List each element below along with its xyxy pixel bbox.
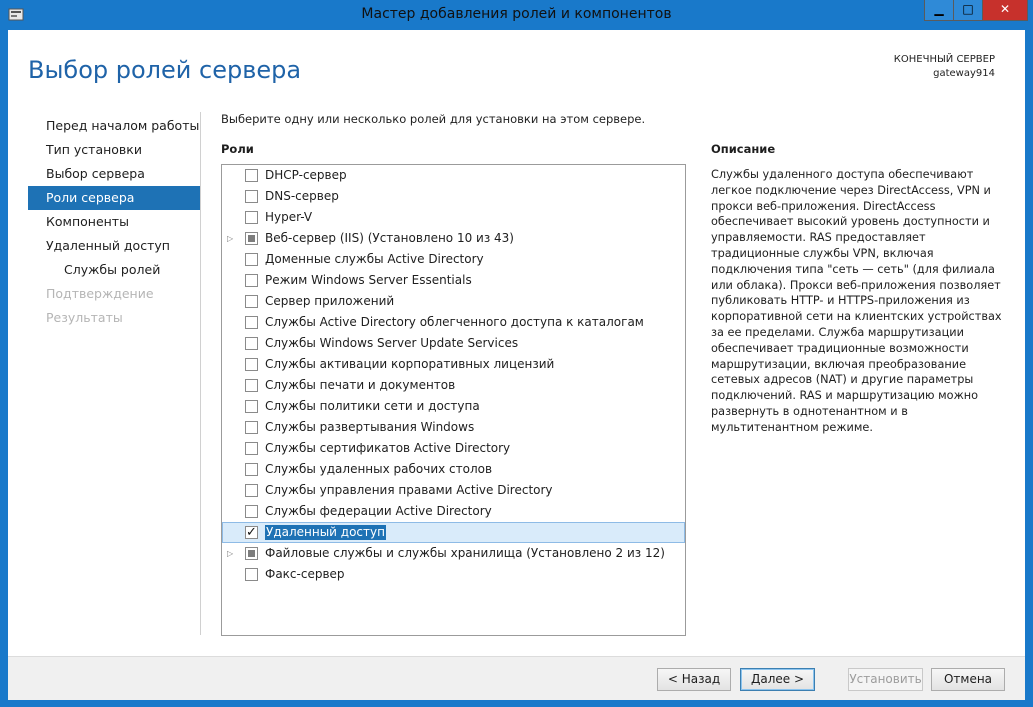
window-title: Мастер добавления ролей и компонентов — [361, 6, 672, 22]
nav-item-confirmation: Подтверждение — [46, 286, 154, 301]
role-label: Веб-сервер (IIS) (Установлено 10 из 43) — [265, 231, 514, 245]
role-row[interactable]: DHCP-сервер — [222, 165, 685, 186]
page-header: Выбор ролей сервера КОНЕЧНЫЙ СЕРВЕР gate… — [8, 30, 1025, 108]
role-row[interactable]: Службы управления правами Active Directo… — [222, 480, 685, 501]
role-checkbox[interactable] — [245, 442, 258, 455]
role-row[interactable]: ▷ Веб-сервер (IIS) (Установлено 10 из 43… — [222, 228, 685, 249]
close-button[interactable]: ✕ — [982, 0, 1028, 21]
role-checkbox[interactable] — [245, 421, 258, 434]
role-label: Службы удаленных рабочих столов — [265, 462, 493, 476]
nav-item-server-selection[interactable]: Выбор сервера — [28, 162, 200, 186]
nav-item-remote-access[interactable]: Удаленный доступ — [28, 234, 200, 258]
role-row[interactable]: Службы печати и документов — [222, 375, 685, 396]
role-row[interactable]: Факс-сервер — [222, 564, 685, 585]
role-row[interactable]: Режим Windows Server Essentials — [222, 270, 685, 291]
install-button: Установить — [848, 668, 923, 691]
role-label: DHCP-сервер — [265, 168, 347, 182]
role-label: Службы Active Directory облегченного дос… — [265, 315, 644, 329]
role-checkbox[interactable] — [245, 169, 258, 182]
role-label: Службы федерации Active Directory — [265, 504, 492, 518]
wizard-nav: Перед началом работы Тип установки Выбор… — [28, 114, 200, 330]
role-label: DNS-сервер — [265, 189, 339, 203]
wizard-window: Мастер добавления ролей и компонентов ▁ … — [0, 0, 1033, 707]
role-row[interactable]: Доменные службы Active Directory — [222, 249, 685, 270]
instruction-text: Выберите одну или несколько ролей для ус… — [221, 112, 646, 126]
nav-item-features[interactable]: Компоненты — [28, 210, 200, 234]
role-label: Службы Windows Server Update Services — [265, 336, 519, 350]
nav-item-installation-type[interactable]: Тип установки — [28, 138, 200, 162]
role-row[interactable]: DNS-сервер — [222, 186, 685, 207]
role-checkbox[interactable] — [245, 190, 258, 203]
role-checkbox[interactable] — [245, 463, 258, 476]
role-label: Службы активации корпоративных лицензий — [265, 357, 555, 371]
role-label: Hyper-V — [265, 210, 313, 224]
title-bar[interactable]: Мастер добавления ролей и компонентов ▁ … — [0, 0, 1033, 30]
role-checkbox[interactable] — [245, 484, 258, 497]
role-checkbox[interactable] — [245, 253, 258, 266]
role-checkbox[interactable] — [245, 295, 258, 308]
destination-server-label: КОНЕЧНЫЙ СЕРВЕР — [893, 54, 995, 65]
destination-server-name: gateway914 — [933, 68, 995, 79]
role-checkbox-checked[interactable] — [245, 523, 258, 542]
role-checkbox[interactable] — [245, 547, 258, 560]
roles-list[interactable]: DHCP-сервер DNS-сервер Hyper-V ▷ Веб-сер… — [221, 164, 686, 636]
wizard-footer: < Назад Далее > Установить Отмена — [8, 656, 1025, 700]
role-label: Удаленный доступ — [265, 525, 386, 540]
role-checkbox[interactable] — [245, 211, 258, 224]
role-row[interactable]: Службы активации корпоративных лицензий — [222, 354, 685, 375]
minimize-button[interactable]: ▁ — [924, 0, 953, 21]
role-checkbox[interactable] — [245, 400, 258, 413]
maximize-button[interactable]: □ — [953, 0, 982, 21]
role-row-selected[interactable]: Удаленный доступ — [222, 522, 685, 543]
description-heading: Описание — [711, 142, 776, 156]
role-label: Службы печати и документов — [265, 378, 456, 392]
role-row[interactable]: Hyper-V — [222, 207, 685, 228]
nav-item-role-services[interactable]: Службы ролей — [28, 258, 200, 282]
role-label: Службы управления правами Active Directo… — [265, 483, 553, 497]
next-button[interactable]: Далее > — [740, 668, 815, 691]
role-row[interactable]: Службы удаленных рабочих столов — [222, 459, 685, 480]
back-button[interactable]: < Назад — [657, 668, 731, 691]
role-row[interactable]: Службы федерации Active Directory — [222, 501, 685, 522]
role-label: Службы сертификатов Active Directory — [265, 441, 511, 455]
close-icon: ✕ — [999, 2, 1011, 16]
page-title: Выбор ролей сервера — [28, 56, 302, 84]
wizard-body: Выбор ролей сервера КОНЕЧНЫЙ СЕРВЕР gate… — [8, 30, 1025, 700]
nav-item-results: Результаты — [46, 310, 123, 325]
expand-chevron-icon[interactable]: ▷ — [227, 228, 235, 249]
nav-item-before-you-begin[interactable]: Перед началом работы — [28, 114, 200, 138]
nav-item-server-roles[interactable]: Роли сервера — [28, 186, 200, 210]
role-row[interactable]: Службы развертывания Windows — [222, 417, 685, 438]
maximize-icon: □ — [962, 2, 974, 16]
role-checkbox[interactable] — [245, 568, 258, 581]
role-label: Факс-сервер — [265, 567, 345, 581]
role-row[interactable]: ▷ Файловые службы и службы хранилища (Ус… — [222, 543, 685, 564]
role-label: Сервер приложений — [265, 294, 395, 308]
role-label: Режим Windows Server Essentials — [265, 273, 472, 287]
description-text: Службы удаленного доступа обеспечивают л… — [711, 168, 1002, 434]
role-row[interactable]: Службы Active Directory облегченного дос… — [222, 312, 685, 333]
role-checkbox[interactable] — [245, 379, 258, 392]
role-checkbox[interactable] — [245, 232, 258, 245]
role-checkbox[interactable] — [245, 505, 258, 518]
role-row[interactable]: Службы сертификатов Active Directory — [222, 438, 685, 459]
role-label: Службы политики сети и доступа — [265, 399, 480, 413]
expand-chevron-icon[interactable]: ▷ — [227, 543, 235, 564]
nav-divider — [200, 112, 201, 635]
roles-heading: Роли — [221, 142, 254, 156]
minimize-icon: ▁ — [934, 2, 944, 16]
role-row[interactable]: Службы политики сети и доступа — [222, 396, 685, 417]
role-checkbox[interactable] — [245, 316, 258, 329]
role-label: Службы развертывания Windows — [265, 420, 475, 434]
role-checkbox[interactable] — [245, 274, 258, 287]
role-checkbox[interactable] — [245, 337, 258, 350]
role-label: Доменные службы Active Directory — [265, 252, 484, 266]
role-checkbox[interactable] — [245, 358, 258, 371]
role-label: Файловые службы и службы хранилища (Уста… — [265, 546, 665, 560]
role-row[interactable]: Сервер приложений — [222, 291, 685, 312]
cancel-button[interactable]: Отмена — [931, 668, 1005, 691]
role-row[interactable]: Службы Windows Server Update Services — [222, 333, 685, 354]
